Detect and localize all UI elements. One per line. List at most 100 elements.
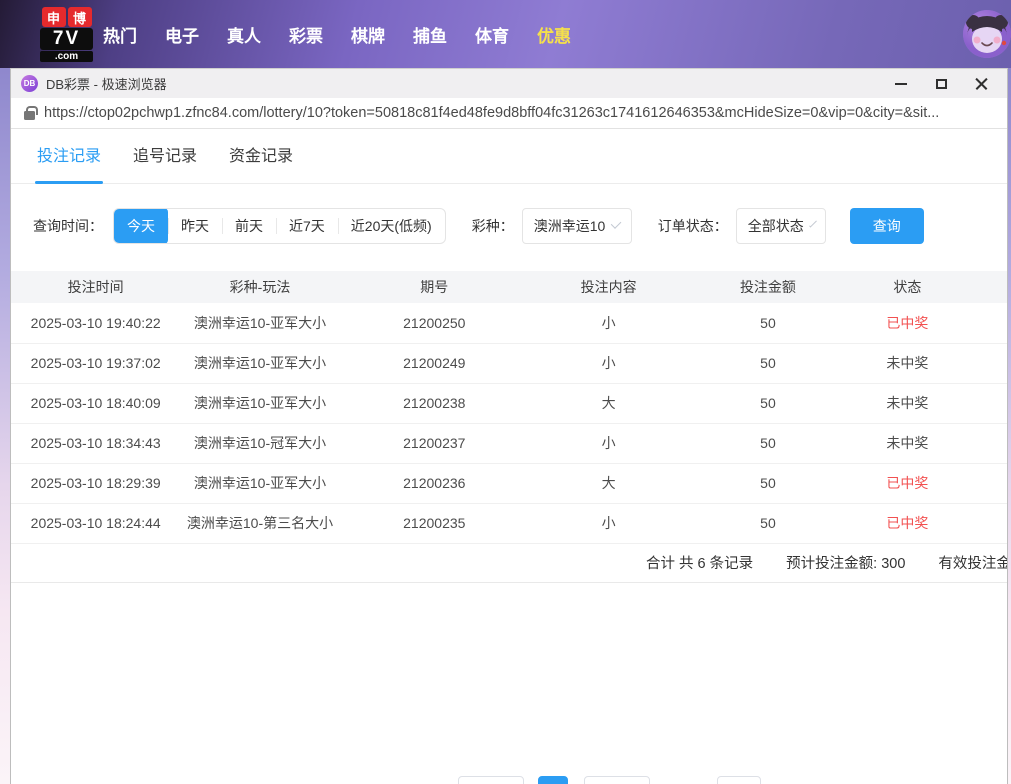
cell-status: 未中奖 <box>848 383 968 423</box>
col-header-time: 投注时间 <box>11 271 180 303</box>
minimize-button[interactable] <box>881 69 921 98</box>
table-row[interactable]: 2025-03-10 18:34:43 澳洲幸运10-冠军大小 21200237… <box>11 423 1007 463</box>
chevron-down-icon <box>611 218 622 229</box>
user-avatar[interactable] <box>963 10 1011 58</box>
cell-game-play: 澳洲幸运10-亚军大小 <box>180 463 339 503</box>
tab-chase-records[interactable]: 追号记录 <box>133 129 197 184</box>
site-topbar: 申 博 7V .com 热门 电子 真人 彩票 棋牌 捕鱼 体育 优惠 <box>0 0 1011 68</box>
lottery-select[interactable]: 澳洲幸运10 <box>522 208 632 244</box>
col-header-amount: 投注金额 <box>688 271 847 303</box>
window-titlebar[interactable]: DB DB彩票 - 极速浏览器 <box>11 69 1007 98</box>
cell-bet-content: 小 <box>529 503 688 543</box>
table-row[interactable]: 2025-03-10 19:40:22 澳洲幸运10-亚军大小 21200250… <box>11 303 1007 343</box>
record-tabs: 投注记录 追号记录 资金记录 <box>11 129 1007 184</box>
page-jump-input[interactable] <box>717 776 761 784</box>
time-option-last7days[interactable]: 近7天 <box>276 208 338 244</box>
page-number-button[interactable]: 1 <box>538 776 568 784</box>
summary-valid-amount: 有效投注金额: 300 <box>938 552 1008 573</box>
time-range-group: 今天 昨天 前天 近7天 近20天(低频) <box>113 208 446 244</box>
cell-bet-amount: 50 <box>688 503 847 543</box>
cell-bet-content: 小 <box>529 423 688 463</box>
status-filter-label: 订单状态： <box>658 216 728 236</box>
nav-item-fishing[interactable]: 捕鱼 <box>412 22 448 47</box>
status-select-value: 全部状态 <box>748 216 804 236</box>
table-header-row: 投注时间 彩种-玩法 期号 投注内容 投注金额 状态 <box>11 271 1007 303</box>
close-button[interactable] <box>961 69 1001 98</box>
search-button[interactable]: 查询 <box>850 208 924 244</box>
summary-expected-amount: 预计投注金额: 300 <box>786 552 905 573</box>
nav-item-hot[interactable]: 热门 <box>102 22 138 47</box>
cell-issue-number: 21200249 <box>340 343 529 383</box>
cell-bet-time: 2025-03-10 18:40:09 <box>11 383 180 423</box>
cell-bet-content: 小 <box>529 343 688 383</box>
site-favicon-icon: DB <box>21 75 38 92</box>
table-row[interactable]: 2025-03-10 18:29:39 澳洲幸运10-亚军大小 21200236… <box>11 463 1007 503</box>
close-icon <box>975 77 988 90</box>
table-row[interactable]: 2025-03-10 19:37:02 澳洲幸运10-亚军大小 21200249… <box>11 343 1007 383</box>
time-option-yesterday[interactable]: 昨天 <box>168 208 222 244</box>
cell-status: 未中奖 <box>848 343 968 383</box>
lottery-select-value: 澳洲幸运10 <box>534 216 606 236</box>
logo-sub-text: .com <box>40 51 93 62</box>
window-title: DB彩票 - 极速浏览器 <box>46 74 167 93</box>
cell-game-play: 澳洲幸运10-亚军大小 <box>180 303 339 343</box>
maximize-button[interactable] <box>921 69 961 98</box>
cell-status: 已中奖 <box>848 303 968 343</box>
cell-bet-time: 2025-03-10 18:24:44 <box>11 503 180 543</box>
lottery-filter-label: 彩种： <box>472 216 514 236</box>
nav-item-live[interactable]: 真人 <box>226 22 262 47</box>
cell-issue-number: 21200238 <box>340 383 529 423</box>
order-status-select[interactable]: 全部状态 <box>736 208 826 244</box>
nav-item-chess[interactable]: 棋牌 <box>350 22 386 47</box>
nav-item-promo[interactable]: 优惠 <box>536 22 572 47</box>
table-body: 2025-03-10 19:40:22 澳洲幸运10-亚军大小 21200250… <box>11 303 1007 543</box>
cell-bet-content: 大 <box>529 383 688 423</box>
summary-total-records: 合计 共 6 条记录 <box>646 552 753 573</box>
cell-bet-amount: 50 <box>688 463 847 503</box>
cell-game-play: 澳洲幸运10-亚军大小 <box>180 343 339 383</box>
cell-bet-time: 2025-03-10 19:40:22 <box>11 303 180 343</box>
nav-item-sports[interactable]: 体育 <box>474 22 510 47</box>
summary-row: 合计 共 6 条记录 预计投注金额: 300 有效投注金额: 300 <box>11 544 1007 583</box>
cell-bet-time: 2025-03-10 18:29:39 <box>11 463 180 503</box>
time-option-last20days[interactable]: 近20天(低频) <box>338 208 445 244</box>
logo-badge-right: 博 <box>68 7 92 27</box>
col-header-content: 投注内容 <box>529 271 688 303</box>
address-bar[interactable]: https://ctop02pchwp1.zfnc84.com/lottery/… <box>11 98 1007 129</box>
time-option-today[interactable]: 今天 <box>114 208 168 244</box>
nav-item-lottery[interactable]: 彩票 <box>288 22 324 47</box>
cell-bet-content: 小 <box>529 303 688 343</box>
cell-bet-amount: 50 <box>688 423 847 463</box>
cell-issue-number: 21200237 <box>340 423 529 463</box>
site-nav: 热门 电子 真人 彩票 棋牌 捕鱼 体育 优惠 <box>102 0 572 68</box>
cell-issue-number: 21200250 <box>340 303 529 343</box>
tab-fund-records[interactable]: 资金记录 <box>229 129 293 184</box>
cell-bet-amount: 50 <box>688 383 847 423</box>
logo-main-text: 7V <box>40 28 93 50</box>
lock-icon <box>24 111 35 120</box>
chevron-down-icon <box>809 219 817 227</box>
cell-status: 未中奖 <box>848 423 968 463</box>
site-logo[interactable]: 申 博 7V .com <box>40 7 93 62</box>
url-text[interactable]: https://ctop02pchwp1.zfnc84.com/lottery/… <box>44 105 939 121</box>
table-row[interactable]: 2025-03-10 18:24:44 澳洲幸运10-第三名大小 2120023… <box>11 503 1007 543</box>
next-page-button[interactable]: 下一页 <box>584 776 650 784</box>
pagination: 上一页 1 下一页 <box>11 776 1007 784</box>
table-row[interactable]: 2025-03-10 18:40:09 澳洲幸运10-亚军大小 21200238… <box>11 383 1007 423</box>
time-option-day-before[interactable]: 前天 <box>222 208 276 244</box>
cell-status: 已中奖 <box>848 503 968 543</box>
col-header-status: 状态 <box>848 271 968 303</box>
cell-bet-time: 2025-03-10 18:34:43 <box>11 423 180 463</box>
prev-page-button[interactable]: 上一页 <box>458 776 524 784</box>
cell-game-play: 澳洲幸运10-第三名大小 <box>180 503 339 543</box>
cell-bet-time: 2025-03-10 19:37:02 <box>11 343 180 383</box>
cell-game-play: 澳洲幸运10-冠军大小 <box>180 423 339 463</box>
nav-item-slots[interactable]: 电子 <box>164 22 200 47</box>
cell-game-play: 澳洲幸运10-亚军大小 <box>180 383 339 423</box>
cell-bet-amount: 50 <box>688 343 847 383</box>
tab-bet-records[interactable]: 投注记录 <box>37 129 101 184</box>
filter-bar: 查询时间： 今天 昨天 前天 近7天 近20天(低频) 彩种： 澳洲幸运10 订… <box>33 208 1007 244</box>
cell-issue-number: 21200235 <box>340 503 529 543</box>
cell-bet-content: 大 <box>529 463 688 503</box>
col-header-issue: 期号 <box>340 271 529 303</box>
